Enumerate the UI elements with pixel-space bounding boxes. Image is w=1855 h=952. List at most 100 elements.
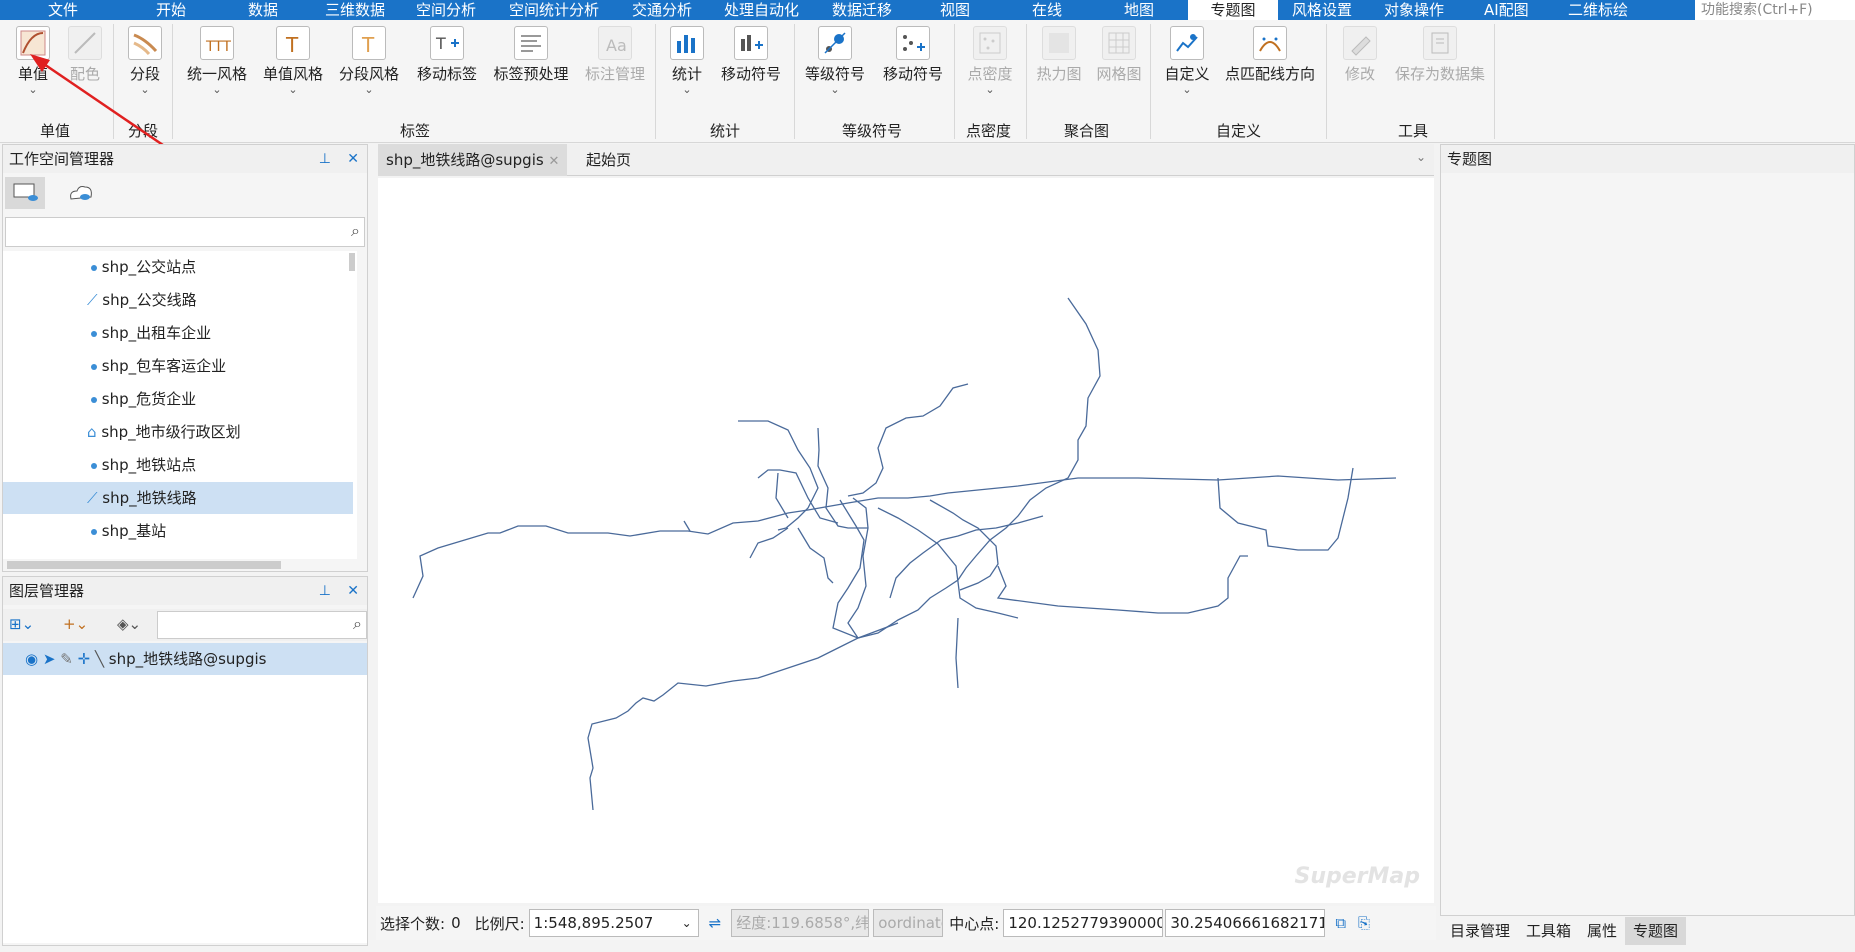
- menu-map[interactable]: 地图: [1124, 0, 1154, 20]
- close-icon[interactable]: ✕: [548, 154, 559, 169]
- modify-button[interactable]: 修改: [1340, 26, 1380, 84]
- save-dataset-button[interactable]: 保存为数据集: [1390, 26, 1490, 84]
- statistics-button[interactable]: 统计 ⌄: [668, 26, 706, 96]
- unique-value-button[interactable]: 单值 ⌄: [14, 26, 52, 96]
- supermap-watermark: SuperMap: [1294, 864, 1420, 889]
- workspace-search-input[interactable]: ⌕: [5, 217, 365, 247]
- copy-icon[interactable]: ⧉: [1335, 914, 1346, 932]
- menu-data-migration[interactable]: 数据迁移: [832, 0, 892, 20]
- range-style-label-button[interactable]: T 分段风格 ⌄: [336, 26, 402, 96]
- tree-item-charter-bus[interactable]: shp_包车客运企业: [3, 350, 353, 382]
- menu-thematic-map[interactable]: 专题图: [1188, 0, 1278, 20]
- center-x-input[interactable]: 120.12527793900006: [1003, 909, 1164, 937]
- snap-icon[interactable]: ✛: [78, 650, 91, 668]
- add-layer-icon[interactable]: ⊞⌄: [9, 615, 34, 633]
- tab-thematic-map[interactable]: 专题图: [1625, 917, 1687, 945]
- svg-text:Aa: Aa: [606, 36, 627, 55]
- ribbon-group-unique: 单值: [40, 122, 71, 140]
- paste-icon[interactable]: ⎘: [1358, 914, 1370, 932]
- scale-select[interactable]: 1:548,895.2507 ⌄: [528, 909, 699, 937]
- menu-object-ops[interactable]: 对象操作: [1384, 0, 1444, 20]
- tab-properties[interactable]: 属性: [1579, 917, 1625, 945]
- layer-item-metro-lines[interactable]: ◉ ➤ ✎ ✛ ╲ shp_地铁线路@supgis: [3, 643, 367, 675]
- menu-3d-data[interactable]: 三维数据: [325, 0, 385, 20]
- tree-item-taxi-companies[interactable]: shp_出租车企业: [3, 317, 353, 349]
- tab-start-page[interactable]: 起始页: [578, 144, 639, 176]
- chevron-down-icon: ⌄: [682, 83, 692, 96]
- ribbon-toolbar: 单值 ⌄ 配色 分段 ⌄ TTT 统一风格 ⌄ T 单值风格 ⌄ T 分段风格 …: [0, 20, 1855, 143]
- tree-scrollbar[interactable]: [349, 253, 355, 271]
- close-icon[interactable]: ✕: [347, 581, 359, 601]
- menu-2d-plotting[interactable]: 二维标绘: [1568, 0, 1628, 20]
- chevron-down-icon[interactable]: ⌄: [1416, 150, 1426, 164]
- layers-icon[interactable]: ◈⌄: [117, 615, 141, 633]
- map-view[interactable]: SuperMap: [378, 178, 1434, 903]
- grid-map-button[interactable]: 网格图: [1094, 26, 1144, 84]
- tree-item-metro-lines[interactable]: ⟋ shp_地铁线路: [3, 482, 353, 514]
- close-icon[interactable]: ✕: [347, 149, 359, 169]
- center-y-input[interactable]: 30.254066616821714: [1165, 909, 1326, 937]
- menu-spatial-stats[interactable]: 空间统计分析: [509, 0, 599, 20]
- point-layer-icon: [91, 330, 97, 337]
- tree-item-hazmat-companies[interactable]: shp_危货企业: [3, 383, 353, 415]
- menu-ai-mapping[interactable]: AI配图: [1484, 0, 1529, 20]
- dot-density-button[interactable]: 点密度 ⌄: [962, 26, 1018, 96]
- unique-style-label-icon: T: [276, 26, 310, 60]
- horizontal-scrollbar[interactable]: [7, 561, 281, 569]
- tab-metro-lines-map[interactable]: shp_地铁线路@supgis ✕: [378, 144, 568, 176]
- tab-toolbox[interactable]: 工具箱: [1518, 917, 1579, 945]
- workspace-manager-panel: 工作空间管理器 ⊥ ✕ ⌕ shp_公交站点 ⟋ shp_公交线路 shp_出租…: [2, 144, 368, 572]
- color-scheme-button[interactable]: 配色: [66, 26, 104, 84]
- coordinate-input[interactable]: oordinate: [873, 909, 944, 937]
- tree-item-base-stations[interactable]: shp_基站: [3, 515, 353, 547]
- graduated-symbol-icon: [818, 26, 852, 60]
- heatmap-button[interactable]: 热力图: [1034, 26, 1084, 84]
- uniform-style-label-button[interactable]: TTT 统一风格 ⌄: [184, 26, 250, 96]
- metro-line: [832, 499, 899, 639]
- menu-spatial-analysis[interactable]: 空间分析: [416, 0, 476, 20]
- tree-item-admin-regions[interactable]: ⌂ shp_地市级行政区划: [3, 416, 353, 448]
- range-style-label-icon: T: [352, 26, 386, 60]
- feature-search-input[interactable]: 功能搜索(Ctrl+F): [1695, 0, 1855, 20]
- plus-icon[interactable]: +⌄: [63, 615, 88, 633]
- layer-search-input[interactable]: ⌕: [157, 611, 367, 639]
- pin-icon[interactable]: ⊥: [319, 581, 331, 601]
- move-label-button[interactable]: T 移动标签: [412, 26, 482, 84]
- custom-button[interactable]: 自定义 ⌄: [1162, 26, 1212, 96]
- menu-data[interactable]: 数据: [248, 0, 278, 20]
- map-tab-strip: shp_地铁线路@supgis ✕ 起始页 ⌄: [378, 144, 1434, 176]
- move-symbol-button[interactable]: 移动符号: [718, 26, 784, 84]
- menu-style-settings[interactable]: 风格设置: [1292, 0, 1352, 20]
- chevron-down-icon: ⌄: [140, 83, 150, 96]
- graduated-symbol-button[interactable]: 等级符号 ⌄: [802, 26, 868, 96]
- range-button[interactable]: 分段 ⌄: [126, 26, 164, 96]
- menu-online[interactable]: 在线: [1032, 0, 1062, 20]
- selectable-icon[interactable]: ➤: [43, 650, 56, 668]
- swap-icon[interactable]: ⇌: [709, 914, 722, 932]
- pin-icon[interactable]: ⊥: [319, 149, 331, 169]
- ribbon-group-range: 分段: [128, 122, 159, 140]
- ribbon-separator: [794, 24, 795, 139]
- metro-line: [775, 472, 789, 519]
- bottom-tab-strip: 目录管理 工具箱 属性 专题图: [1442, 917, 1687, 945]
- unique-style-label-button[interactable]: T 单值风格 ⌄: [260, 26, 326, 96]
- menu-view[interactable]: 视图: [940, 0, 970, 20]
- menu-automation[interactable]: 处理自动化: [724, 0, 799, 20]
- visibility-eye-icon[interactable]: ◉: [25, 650, 38, 668]
- menu-traffic-analysis[interactable]: 交通分析: [632, 0, 692, 20]
- point-match-line-button[interactable]: 点匹配线方向: [1222, 26, 1318, 84]
- editable-icon[interactable]: ✎: [60, 650, 73, 668]
- workspace-tab-local[interactable]: [5, 177, 45, 209]
- move-graduated-symbol-button[interactable]: 移动符号: [880, 26, 946, 84]
- tree-item-bus-stops[interactable]: shp_公交站点: [3, 251, 353, 283]
- menu-file[interactable]: 文件: [48, 0, 78, 20]
- tab-catalog[interactable]: 目录管理: [1442, 917, 1518, 945]
- annotation-manage-button[interactable]: Aa 标注管理: [582, 26, 648, 84]
- label-preprocess-button[interactable]: 标签预处理: [490, 26, 572, 84]
- tree-item-bus-lines[interactable]: ⟋ shp_公交线路: [3, 284, 353, 316]
- search-icon: ⌕: [353, 614, 362, 633]
- point-layer-icon: [91, 396, 97, 403]
- menu-start[interactable]: 开始: [156, 0, 186, 20]
- tree-item-metro-stations[interactable]: shp_地铁站点: [3, 449, 353, 481]
- cloud-database-icon[interactable]: [67, 181, 95, 209]
